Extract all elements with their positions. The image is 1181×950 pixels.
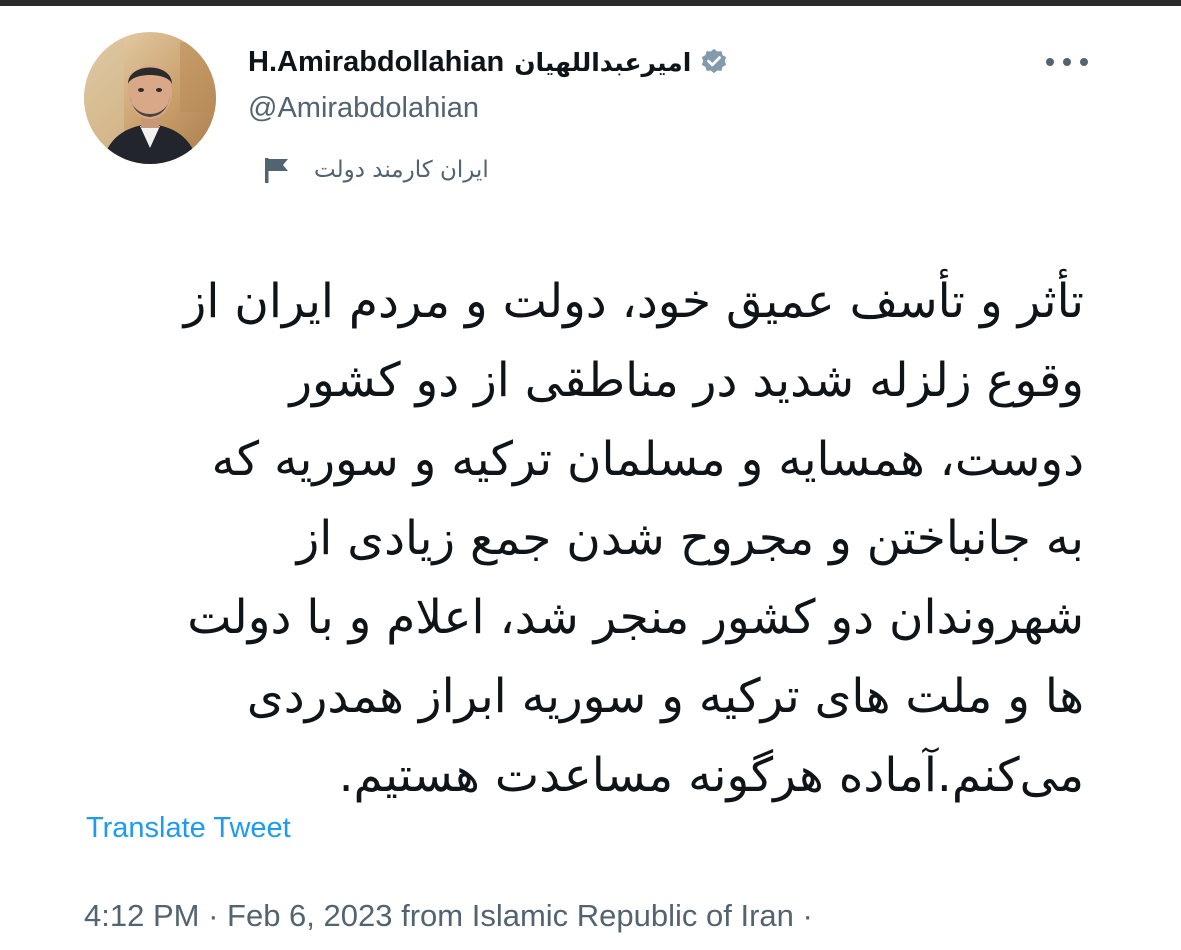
tweet-line: دوست، همسایه و مسلمان ترکیه و سوریه که <box>211 432 1084 487</box>
ellipsis-icon <box>1046 58 1088 66</box>
display-name[interactable]: H.Amirabdollahian <box>248 46 504 79</box>
translate-tweet-link[interactable]: Translate Tweet <box>86 812 291 845</box>
government-label-text: ایران کارمند دولت <box>314 157 489 183</box>
tweet-text: تأثر و تأسف عمیق خود، دولت و مردم ایران … <box>84 262 1084 815</box>
tweet-line: به جانباختن و مجروح شدن جمع زیادی از <box>296 511 1084 566</box>
tweet-source: from Islamic Republic of Iran <box>392 898 794 933</box>
tweet-line: شهروندان دو کشور منجر شد، اعلام و با دول… <box>187 590 1084 645</box>
user-name-row: H.Amirabdollahian امیرعبداللهیان <box>248 40 729 84</box>
flag-icon <box>262 155 292 185</box>
tweet-time[interactable]: 4:12 PM <box>84 898 199 933</box>
display-name-persian[interactable]: امیرعبداللهیان <box>514 48 691 77</box>
separator: · <box>199 898 228 933</box>
verified-badge-icon <box>699 47 729 77</box>
top-border <box>0 0 1181 6</box>
separator: · <box>793 898 813 933</box>
tweet-line: تأثر و تأسف عمیق خود، دولت و مردم ایران … <box>183 274 1084 329</box>
avatar-photo <box>84 32 216 164</box>
tweet-line: وقوع زلزله شدید در مناطقی از دو کشور <box>289 353 1084 408</box>
tweet-line: ها و ملت های ترکیه و سوریه ابراز همدردی <box>246 669 1084 724</box>
government-label[interactable]: ایران کارمند دولت <box>262 155 489 185</box>
more-options-button[interactable] <box>1036 44 1098 80</box>
tweet-metadata: 4:12 PM · Feb 6, 2023 from Islamic Repub… <box>84 898 813 934</box>
avatar[interactable] <box>84 32 216 164</box>
tweet-date[interactable]: Feb 6, 2023 <box>227 898 392 933</box>
user-handle[interactable]: @Amirabdolahian <box>248 92 479 125</box>
tweet-line: می‌کنم.آماده هرگونه مساعدت هستیم. <box>338 748 1084 803</box>
